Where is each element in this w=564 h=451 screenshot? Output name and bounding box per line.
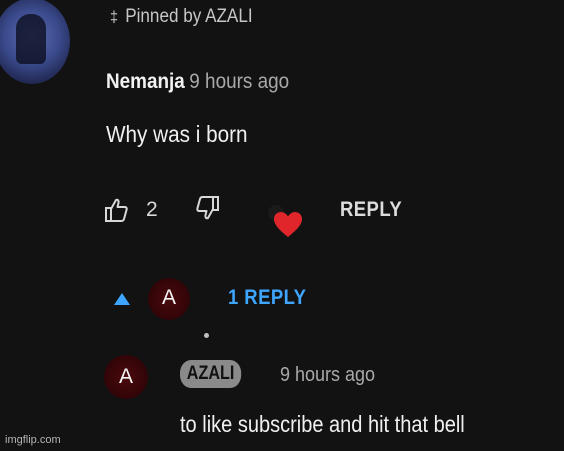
divider-dot — [204, 333, 209, 338]
reply-header: AZALI 9 hours ago — [180, 360, 375, 388]
avatar-figure — [16, 14, 46, 64]
reply-text: to like subscribe and hit that bell — [180, 411, 465, 437]
replies-toggle[interactable]: 1 REPLY — [228, 286, 306, 310]
reply-avatar[interactable]: A — [104, 355, 148, 399]
reply-button[interactable]: REPLY — [340, 198, 402, 222]
expand-up-icon[interactable] — [114, 293, 130, 305]
comment-time[interactable]: 9 hours ago — [189, 70, 289, 93]
comment-text: Why was i born — [106, 121, 248, 147]
comment-author[interactable]: Nemanja — [106, 70, 185, 93]
reply-avatar-preview: A — [148, 278, 190, 320]
watermark: imgflip.com — [5, 434, 61, 446]
reply-author-chip[interactable]: AZALI — [180, 360, 242, 388]
pinned-text: Pinned by AZALI — [125, 6, 253, 27]
like-count: 2 — [146, 198, 158, 221]
thumbs-up-icon[interactable] — [104, 197, 128, 223]
creator-heart-icon[interactable] — [264, 201, 304, 241]
thumbs-down-icon[interactable] — [196, 195, 220, 221]
comment-header: Nemanja 9 hours ago — [106, 70, 289, 94]
commenter-avatar[interactable] — [0, 0, 70, 84]
pin-icon: ‡ — [110, 9, 119, 26]
reply-time[interactable]: 9 hours ago — [280, 364, 375, 387]
pinned-label: ‡ Pinned by AZALI — [110, 6, 253, 28]
